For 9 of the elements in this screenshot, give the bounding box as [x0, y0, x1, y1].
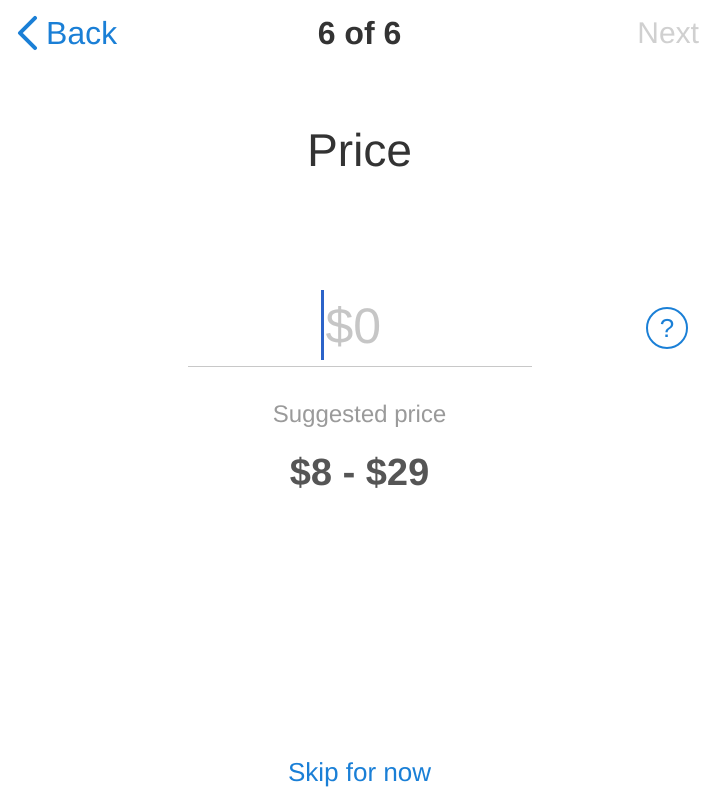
suggested-price-label: Suggested price	[272, 400, 446, 430]
chevron-left-icon	[16, 15, 38, 51]
page-title: Price	[307, 123, 412, 178]
price-field[interactable]: $0	[188, 285, 532, 367]
step-counter: 6 of 6	[318, 14, 402, 53]
suggested-price-range: $8 - $29	[290, 451, 430, 496]
back-button[interactable]: Back	[16, 9, 156, 57]
skip-link[interactable]: Skip for now	[288, 753, 432, 792]
help-button[interactable]: ?	[646, 307, 688, 349]
